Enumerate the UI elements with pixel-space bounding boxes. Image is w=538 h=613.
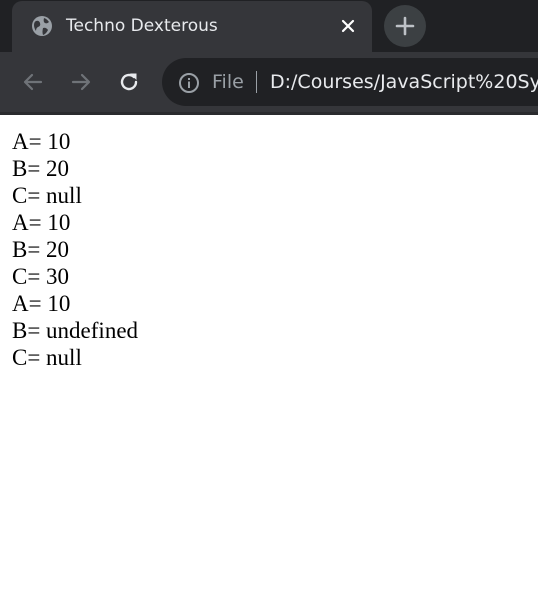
url-text[interactable]: D:/Courses/JavaScript%20Syll xyxy=(270,70,538,94)
output-line: C= null xyxy=(12,183,82,208)
reload-button[interactable] xyxy=(113,66,145,98)
output-line: A= 10 xyxy=(12,129,71,154)
browser-toolbar: File D:/Courses/JavaScript%20Syll xyxy=(0,52,538,112)
back-button[interactable] xyxy=(17,66,49,98)
forward-button[interactable] xyxy=(65,66,97,98)
close-icon[interactable] xyxy=(337,15,359,37)
output-line: B= 20 xyxy=(12,156,70,181)
output-text: A= 10 B= 20 C= null A= 10 B= 20 C= 30 A=… xyxy=(12,128,138,371)
arrow-right-icon xyxy=(69,70,93,94)
output-line: C= null xyxy=(12,345,82,370)
reload-icon xyxy=(117,70,141,94)
new-tab-button[interactable] xyxy=(384,5,426,47)
output-line: A= 10 xyxy=(12,291,71,316)
output-line: A= 10 xyxy=(12,210,71,235)
output-line: B= undefined xyxy=(12,318,139,343)
output-line: B= 20 xyxy=(12,237,70,262)
browser-window: Techno Dexterous File D:/Courses/JavaScr… xyxy=(0,0,538,613)
plus-icon xyxy=(395,16,415,36)
arrow-left-icon xyxy=(21,70,45,94)
info-icon[interactable] xyxy=(178,72,200,94)
active-tab[interactable]: Techno Dexterous xyxy=(12,1,372,52)
scheme-label: File xyxy=(212,71,244,93)
tab-title: Techno Dexterous xyxy=(66,16,218,36)
output-line: C= 30 xyxy=(12,264,70,289)
omnibox-divider xyxy=(256,71,257,93)
address-bar[interactable]: File D:/Courses/JavaScript%20Syll xyxy=(162,58,538,106)
page-content: A= 10 B= 20 C= null A= 10 B= 20 C= 30 A=… xyxy=(0,115,538,613)
tab-strip: Techno Dexterous xyxy=(0,0,538,52)
globe-icon xyxy=(31,15,53,37)
